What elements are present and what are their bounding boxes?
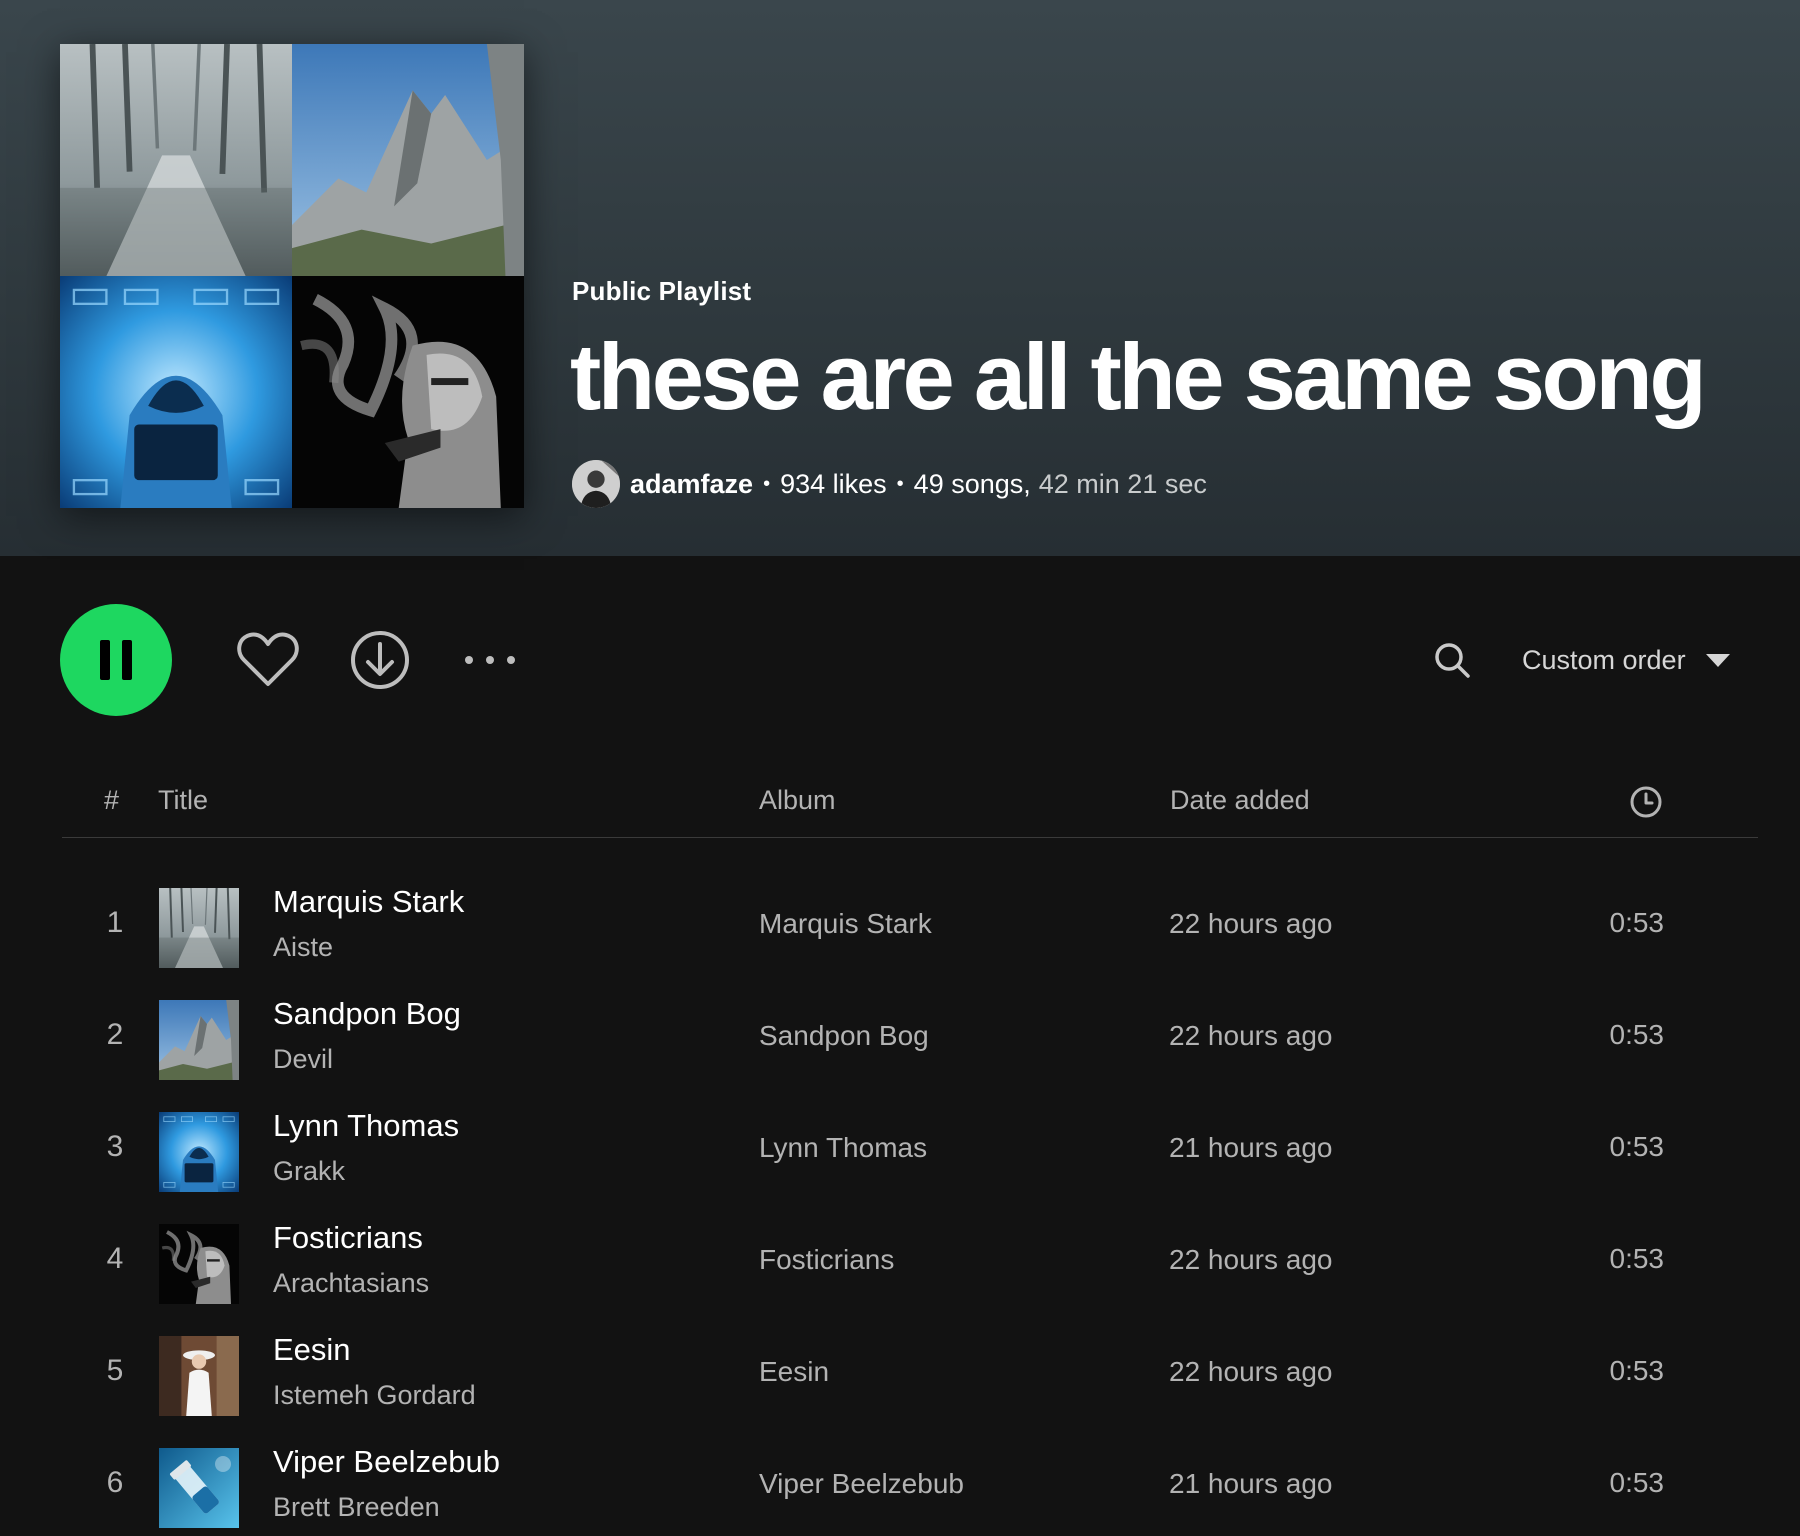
cover-tile-smoker <box>292 276 524 508</box>
track-album[interactable]: Eesin <box>759 1356 829 1388</box>
sort-label: Custom order <box>1522 644 1686 675</box>
track-row[interactable]: 5 Eesin Istemeh Gordard Eesin 22 hours a… <box>62 1318 1758 1430</box>
track-duration: 0:53 <box>1609 1243 1665 1274</box>
songs-count: 49 songs, <box>913 468 1031 499</box>
column-header-title[interactable]: Title <box>158 782 208 818</box>
track-date-added: 21 hours ago <box>1169 1468 1333 1499</box>
track-duration: 0:53 <box>1609 907 1665 938</box>
pause-icon <box>100 640 132 680</box>
track-date-added: 22 hours ago <box>1169 1244 1333 1275</box>
track-number: 2 <box>106 1018 124 1051</box>
owner-link[interactable]: adamfaze <box>630 469 753 500</box>
search-in-playlist-button[interactable] <box>1428 636 1476 684</box>
cover-tile-hacker <box>60 276 292 508</box>
track-duration: 0:53 <box>1609 1467 1665 1498</box>
track-artist[interactable]: Arachtasians <box>273 1268 429 1299</box>
track-title[interactable]: Viper Beelzebub <box>273 1444 500 1480</box>
caret-down-icon <box>1705 653 1730 667</box>
download-icon <box>351 631 409 689</box>
track-artist[interactable]: Aiste <box>273 932 333 963</box>
track-artwork <box>159 1448 239 1528</box>
track-duration: 0:53 <box>1609 1131 1665 1162</box>
action-bar: Custom order <box>0 556 1800 766</box>
owner-avatar[interactable] <box>572 460 620 508</box>
clock-icon <box>1630 786 1662 818</box>
track-title[interactable]: Sandpon Bog <box>273 996 461 1032</box>
track-number: 6 <box>106 1466 124 1499</box>
track-duration: 0:53 <box>1609 1355 1665 1386</box>
track-list: 1 Marquis Stark Aiste Marquis Stark 22 h… <box>62 870 1758 1536</box>
track-album[interactable]: Fosticrians <box>759 1244 894 1276</box>
playlist-cover[interactable] <box>60 44 524 508</box>
cover-tile-forest <box>60 44 292 276</box>
more-options-button[interactable] <box>460 640 520 680</box>
track-row[interactable]: 2 Sandpon Bog Devil Sandpon Bog 22 hours… <box>62 982 1758 1094</box>
search-icon <box>1435 643 1470 678</box>
playlist-byline: adamfaze • 934 likes • 49 songs, 42 min … <box>572 458 1207 510</box>
track-artist[interactable]: Brett Breeden <box>273 1492 440 1523</box>
track-date-added: 21 hours ago <box>1169 1132 1333 1163</box>
separator-dot: • <box>896 472 904 495</box>
track-album[interactable]: Lynn Thomas <box>759 1132 927 1164</box>
column-header-date-added[interactable]: Date added <box>1170 782 1310 818</box>
track-title[interactable]: Lynn Thomas <box>273 1108 459 1144</box>
track-date-added: 22 hours ago <box>1169 1356 1333 1387</box>
track-title[interactable]: Marquis Stark <box>273 884 464 920</box>
column-header-album[interactable]: Album <box>759 782 836 818</box>
track-duration: 0:53 <box>1609 1019 1665 1050</box>
sort-dropdown[interactable]: Custom order <box>1522 632 1730 688</box>
track-artwork <box>159 1112 239 1192</box>
track-album[interactable]: Marquis Stark <box>759 908 932 940</box>
track-number: 5 <box>106 1354 124 1387</box>
like-button[interactable] <box>234 628 302 692</box>
track-table-header: # Title Album Date added <box>62 766 1758 838</box>
track-row[interactable]: 4 Fosticrians Arachtasians Fosticrians 2… <box>62 1206 1758 1318</box>
track-artwork <box>159 1224 239 1304</box>
track-number: 1 <box>106 906 124 939</box>
track-artist[interactable]: Grakk <box>273 1156 345 1187</box>
download-button[interactable] <box>348 628 412 692</box>
track-artwork <box>159 1336 239 1416</box>
playlist-kind: Public Playlist <box>572 276 752 306</box>
column-header-number: # <box>104 785 120 815</box>
track-album[interactable]: Viper Beelzebub <box>759 1468 964 1500</box>
track-album[interactable]: Sandpon Bog <box>759 1020 929 1052</box>
track-title[interactable]: Fosticrians <box>273 1220 423 1256</box>
playlist-header: Public Playlist these are all the same s… <box>0 0 1800 556</box>
playlist-meta: Public Playlist these are all the same s… <box>570 0 1772 556</box>
cover-tile-mountain <box>292 44 524 276</box>
playlist-page: Public Playlist these are all the same s… <box>0 0 1800 1536</box>
track-artwork <box>159 888 239 968</box>
pause-button[interactable] <box>60 604 172 716</box>
track-number: 4 <box>106 1242 124 1275</box>
likes-count: 934 likes <box>780 468 887 499</box>
separator-dot: • <box>763 472 771 495</box>
track-row[interactable]: 3 Lynn Thomas Grakk Lynn Thomas 21 hours… <box>62 1094 1758 1206</box>
track-artwork <box>159 1000 239 1080</box>
heart-icon <box>237 632 299 686</box>
track-artist[interactable]: Devil <box>273 1044 333 1075</box>
track-date-added: 22 hours ago <box>1169 1020 1333 1051</box>
track-row[interactable]: 1 Marquis Stark Aiste Marquis Stark 22 h… <box>62 870 1758 982</box>
playlist-duration: 42 min 21 sec <box>1038 468 1207 499</box>
column-header-duration[interactable] <box>1628 784 1664 820</box>
track-number: 3 <box>106 1130 124 1163</box>
playlist-title[interactable]: these are all the same song <box>570 322 1707 432</box>
track-artist[interactable]: Istemeh Gordard <box>273 1380 476 1411</box>
track-row[interactable]: 6 Viper Beelzebub Brett Breeden Viper Be… <box>62 1430 1758 1536</box>
track-title[interactable]: Eesin <box>273 1332 351 1368</box>
more-icon <box>465 656 515 664</box>
track-date-added: 22 hours ago <box>1169 908 1333 939</box>
